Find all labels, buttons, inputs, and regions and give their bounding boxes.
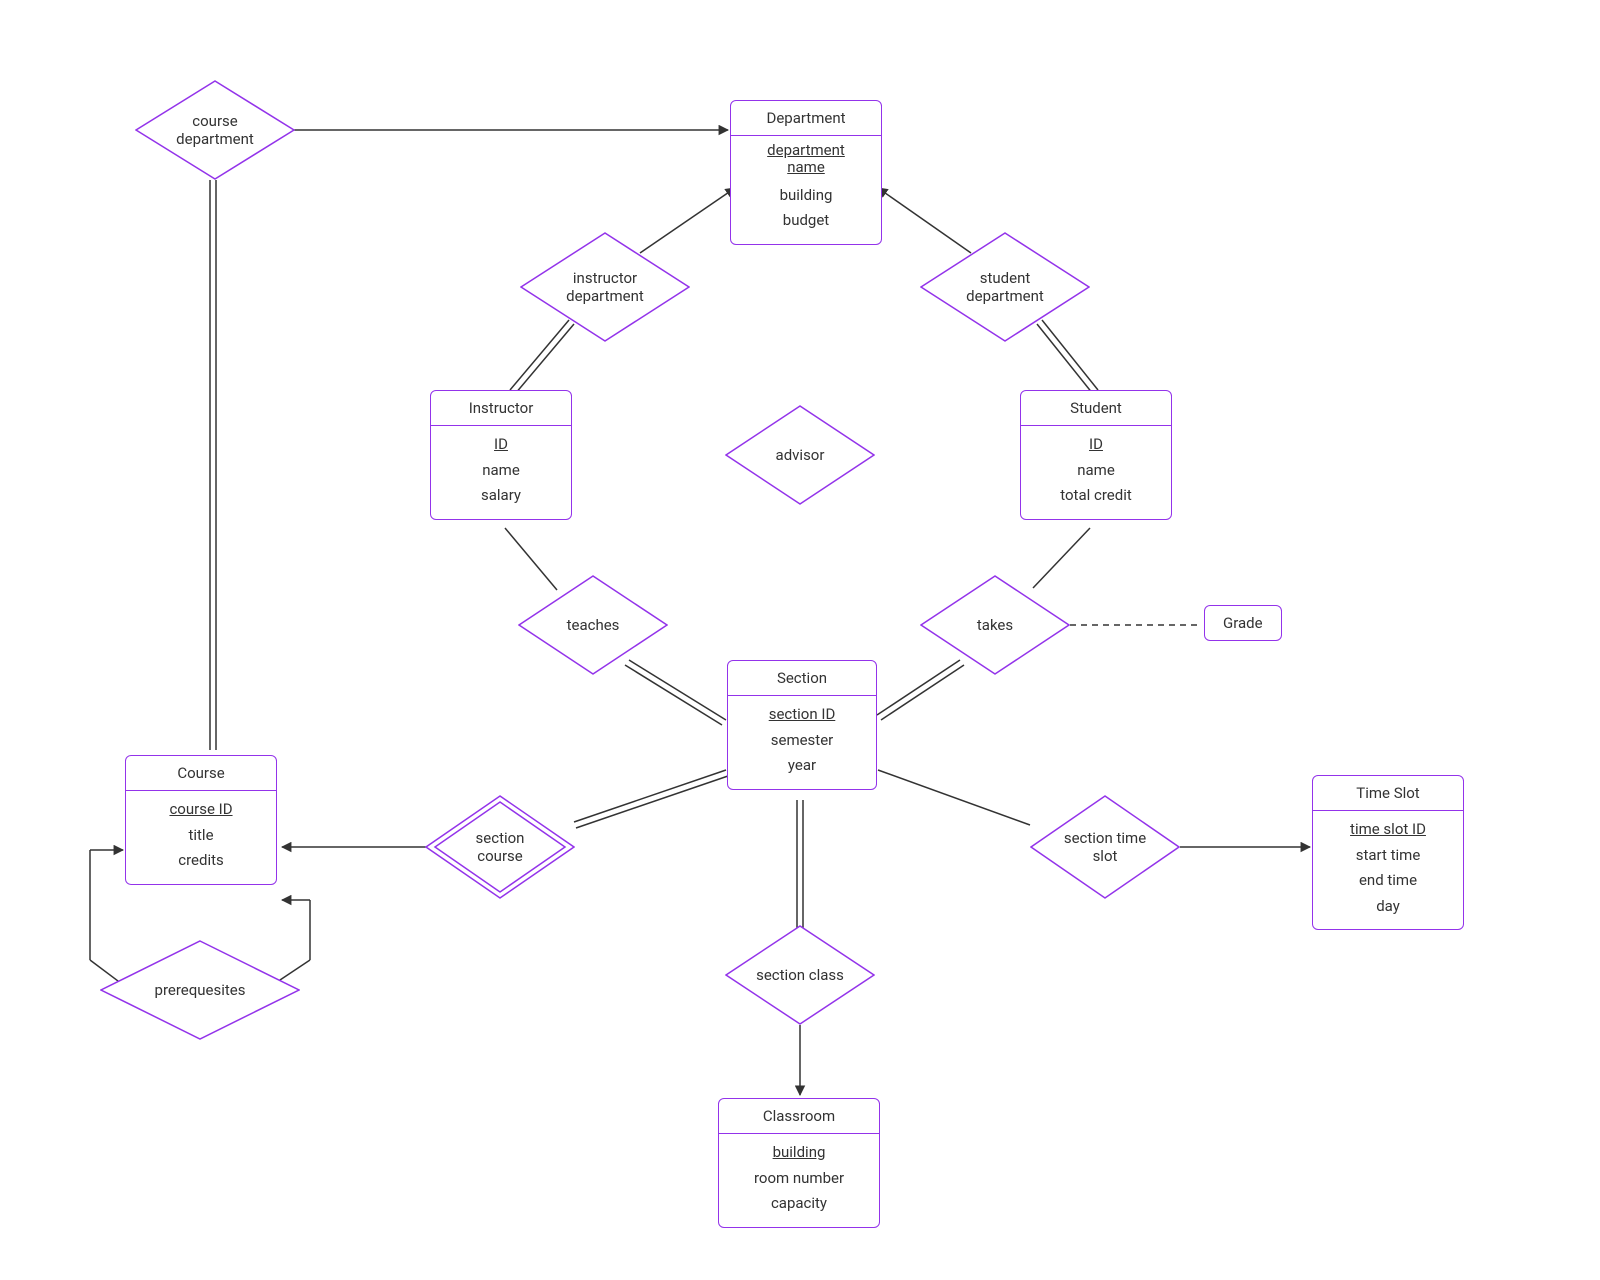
rel-advisor: advisor — [725, 405, 875, 505]
entity-title: Time Slot — [1313, 776, 1463, 811]
entity-attr-key: department name — [749, 142, 863, 177]
entity-attr-key: section ID — [746, 702, 858, 728]
rel-section-time-slot: section time slot — [1030, 795, 1180, 899]
rel-label: section class — [752, 966, 848, 984]
entity-attr: name — [449, 458, 553, 484]
rel-label: section course — [451, 829, 549, 865]
entity-attr: total credit — [1039, 483, 1153, 509]
entity-title: Student — [1021, 391, 1171, 426]
entity-attr: capacity — [737, 1191, 861, 1217]
rel-label: course department — [156, 112, 274, 148]
entity-instructor: Instructor ID name salary — [430, 390, 572, 520]
entity-attr: start time — [1331, 843, 1445, 869]
entity-timeslot: Time Slot time slot ID start time end ti… — [1312, 775, 1464, 930]
entity-attr-key: building — [737, 1140, 861, 1166]
entity-attr: budget — [749, 208, 863, 234]
entity-department: Department department name building budg… — [730, 100, 882, 245]
rel-student-department: student department — [920, 232, 1090, 342]
entity-attr: salary — [449, 483, 553, 509]
entity-title: Instructor — [431, 391, 571, 426]
entity-attr-key: time slot ID — [1331, 817, 1445, 843]
assoc-grade-label: Grade — [1223, 614, 1263, 632]
rel-label: takes — [973, 616, 1017, 634]
rel-label: student department — [941, 269, 1069, 305]
rel-label: prerequesites — [151, 981, 250, 999]
entity-attr: credits — [144, 848, 258, 874]
entity-attr-key: ID — [449, 432, 553, 458]
entity-attr: semester — [746, 728, 858, 754]
entity-course: Course course ID title credits — [125, 755, 277, 885]
entity-title: Course — [126, 756, 276, 791]
entity-title: Classroom — [719, 1099, 879, 1134]
rel-label: teaches — [563, 616, 624, 634]
entity-attr-key: course ID — [144, 797, 258, 823]
assoc-grade: Grade — [1204, 605, 1282, 641]
entity-student: Student ID name total credit — [1020, 390, 1172, 520]
rel-label: section time slot — [1051, 829, 1159, 865]
entity-attr: room number — [737, 1166, 861, 1192]
entity-attr: building — [749, 183, 863, 209]
rel-instructor-department: instructor department — [520, 232, 690, 342]
entity-title: Department — [731, 101, 881, 136]
rel-section-class: section class — [725, 925, 875, 1025]
entity-attr: name — [1039, 458, 1153, 484]
entity-attr: day — [1331, 894, 1445, 920]
rel-label: instructor department — [541, 269, 669, 305]
entity-section: Section section ID semester year — [727, 660, 877, 790]
rel-prerequesites: prerequesites — [100, 940, 300, 1040]
rel-takes: takes — [920, 575, 1070, 675]
rel-course-department: course department — [135, 80, 295, 180]
entity-attr: title — [144, 823, 258, 849]
entity-attr: end time — [1331, 868, 1445, 894]
entity-classroom: Classroom building room number capacity — [718, 1098, 880, 1228]
rel-teaches: teaches — [518, 575, 668, 675]
entity-attr-key: ID — [1039, 432, 1153, 458]
entity-attr: year — [746, 753, 858, 779]
rel-label: advisor — [772, 446, 829, 464]
entity-title: Section — [728, 661, 876, 696]
rel-section-course: section course — [425, 795, 575, 899]
